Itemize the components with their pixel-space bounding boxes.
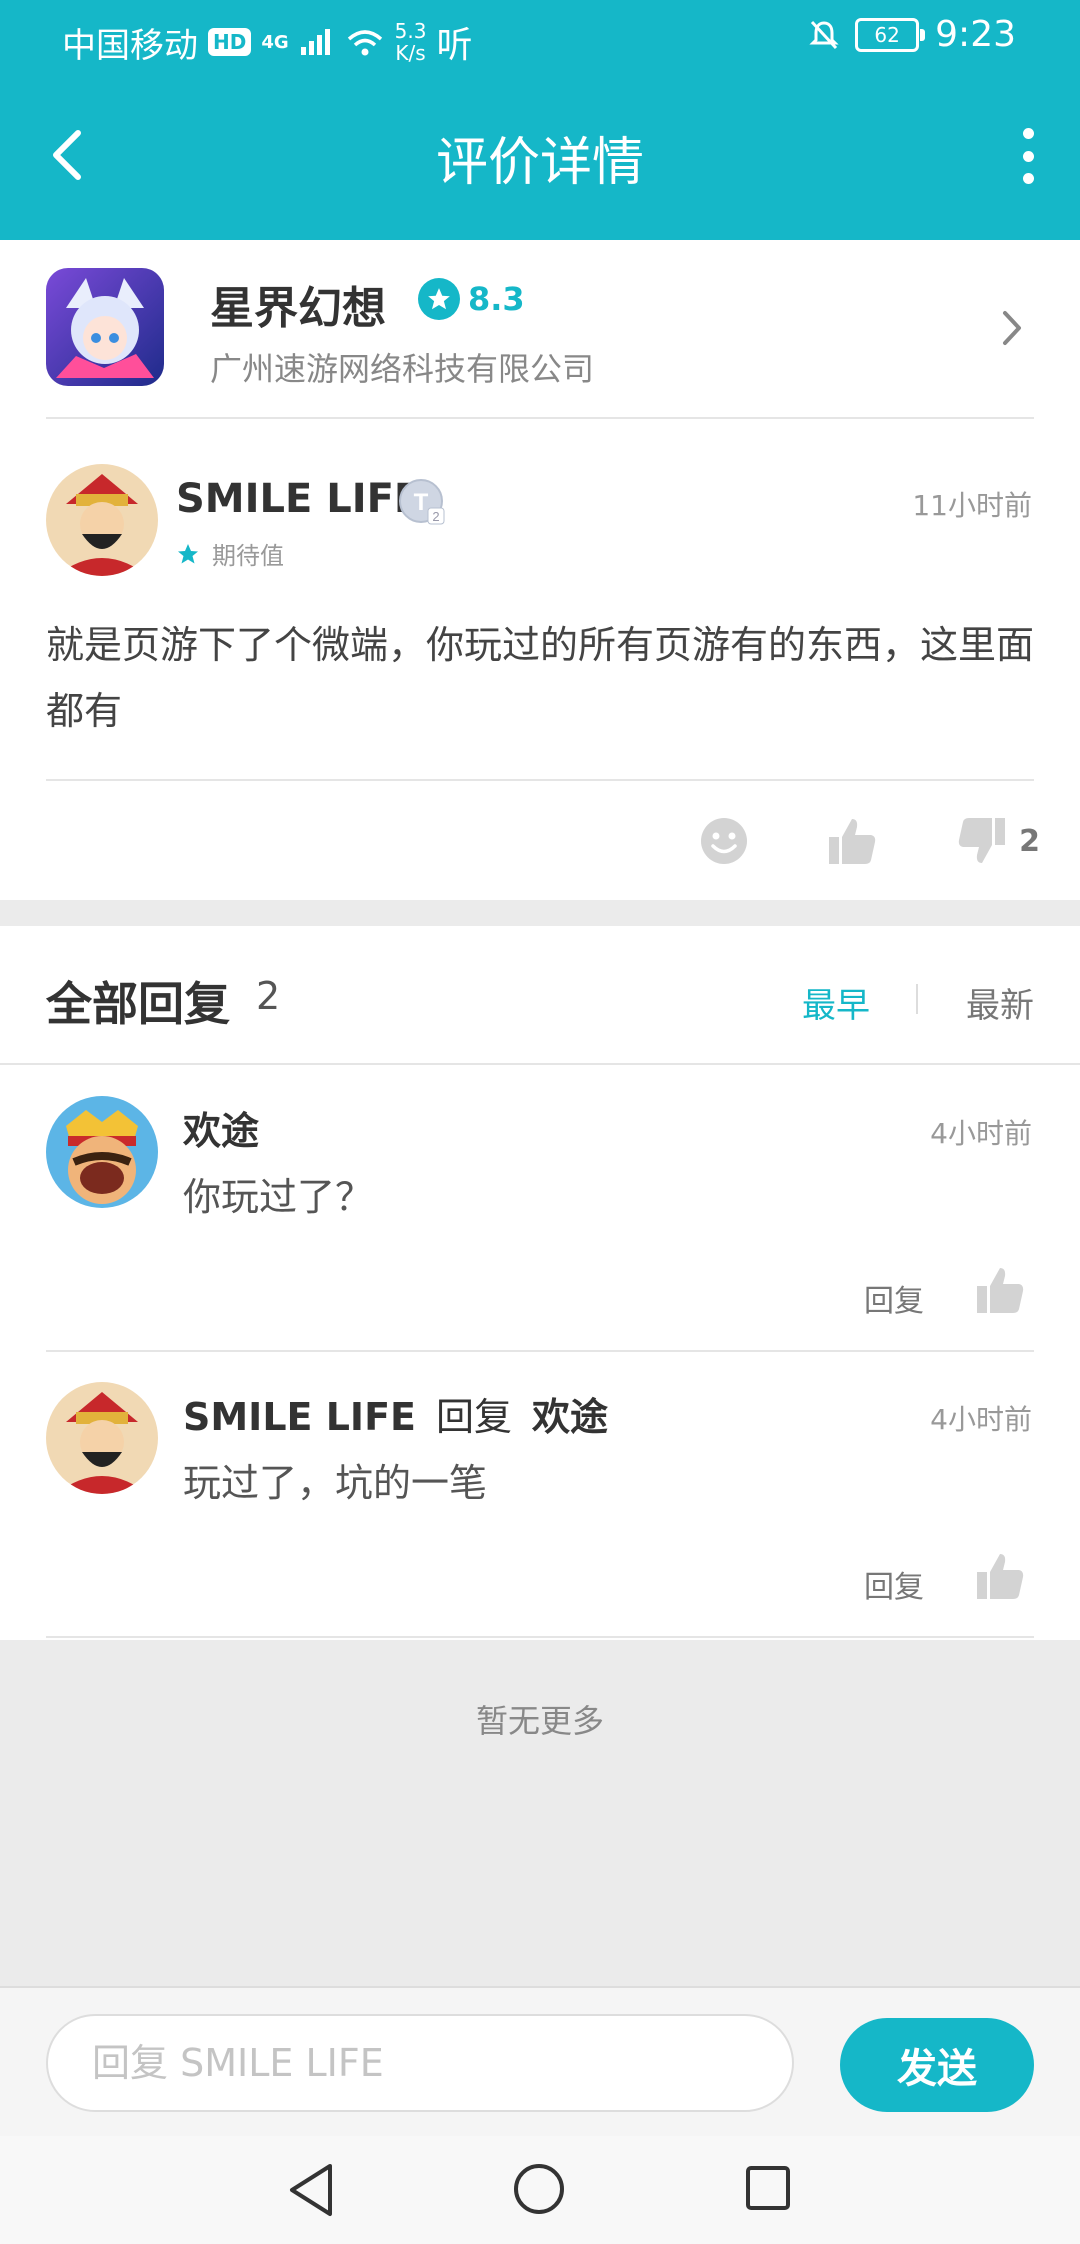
game-name[interactable]: 星界幻想 [210, 272, 386, 336]
reply-button[interactable]: 回复 [864, 1276, 924, 1320]
expectation-label: 期待值 [212, 542, 284, 570]
reply-like-button[interactable] [974, 1550, 1026, 1602]
more-dot-icon [1022, 128, 1034, 139]
sort-separator [916, 984, 918, 1014]
smiley-icon [701, 818, 747, 864]
net-speed: 5.3 K/s [395, 20, 427, 64]
divider [0, 1063, 1080, 1065]
more-menu-button[interactable] [1016, 128, 1040, 184]
circle-home-icon [514, 2164, 564, 2214]
emoji-button[interactable] [698, 815, 750, 867]
reply-text: 你玩过了？ [183, 1175, 374, 1219]
thumbs-up-icon [977, 1554, 1024, 1599]
no-more-label: 暂无更多 [475, 1702, 604, 1740]
reply-button[interactable]: 回复 [864, 1562, 924, 1606]
reply-author[interactable]: SMILE LIFE [183, 1395, 416, 1439]
review-time: 11小时前 [912, 489, 1032, 522]
more-dot-icon [1022, 150, 1034, 162]
nav-home-button[interactable] [512, 2162, 566, 2220]
replies-title: 全部回复 [46, 977, 230, 1031]
listen-icon: 听 [436, 25, 473, 66]
status-bar-left: 中国移动 HD 4G 5.3 K/s 听 [62, 16, 472, 68]
clock: 9:23 [935, 14, 1016, 55]
divider [46, 417, 1034, 419]
reply-input[interactable] [46, 2014, 794, 2112]
hd-badge: HD [208, 28, 252, 56]
sort-earliest-tab[interactable]: 最早 [802, 978, 870, 1027]
net-speed-value: 5.3 [394, 19, 427, 43]
divider [46, 779, 1034, 781]
game-rating: 8.3 [418, 278, 525, 320]
send-button[interactable]: 发送 [840, 2018, 1034, 2112]
nav-back-button[interactable] [286, 2162, 336, 2222]
triangle-back-icon [290, 2164, 332, 2216]
review-text: 就是页游下了个微端，你玩过的所有页游有的东西，这里面都有 [46, 623, 1035, 733]
reply-time: 4小时前 [930, 1117, 1032, 1150]
expectation: 期待值 [176, 536, 284, 571]
svg-text:2: 2 [432, 509, 439, 524]
reply-header: SMILE LIFE 回复 欢途 [183, 1386, 608, 1441]
reply-avatar[interactable] [46, 1382, 158, 1494]
signal-icon [300, 29, 330, 55]
dislike-button[interactable] [956, 815, 1008, 867]
reply-to-author[interactable]: 欢途 [532, 1386, 608, 1441]
game-detail-arrow[interactable] [1000, 308, 1024, 348]
dislike-count: 2 [1019, 824, 1040, 859]
page-title: 评价详情 [435, 133, 644, 193]
square-recents-icon [746, 2166, 790, 2210]
divider [46, 1350, 1034, 1352]
game-icon[interactable] [46, 268, 164, 386]
sort-newest-tab[interactable]: 最新 [966, 978, 1034, 1027]
thumbs-up-icon [829, 819, 876, 864]
level-badge-icon: T2 [398, 478, 448, 528]
network-type: 4G [261, 31, 289, 53]
carrier-label: 中国移动 [62, 25, 198, 66]
reply-author[interactable]: 欢途 [183, 1100, 259, 1155]
battery-indicator: 62 [855, 17, 926, 52]
mute-bell-icon [809, 20, 839, 49]
wifi-icon [347, 30, 382, 56]
reply-to-word: 回复 [436, 1395, 513, 1439]
svg-text:T: T [414, 489, 429, 516]
like-button[interactable] [826, 815, 878, 867]
reply-avatar[interactable] [46, 1096, 158, 1208]
nav-recents-button[interactable] [744, 2164, 792, 2216]
more-dot-icon [1022, 173, 1034, 184]
system-nav-bar [0, 2136, 1080, 2244]
game-company: 广州速游网络科技有限公司 [210, 350, 595, 388]
net-speed-unit: K/s [395, 41, 426, 65]
rating-value: 8.3 [468, 280, 525, 318]
reply-text: 玩过了，坑的一笔 [183, 1461, 488, 1505]
replies-count: 2 [256, 974, 281, 1018]
divider [46, 1636, 1034, 1638]
reviewer-avatar[interactable] [46, 464, 158, 576]
thumbs-up-icon [977, 1268, 1024, 1313]
star-icon [178, 543, 198, 563]
reply-time: 4小时前 [930, 1403, 1032, 1436]
status-bar-right: 62 9:23 [809, 14, 1016, 55]
chevron-right-icon [1003, 311, 1021, 345]
star-icon [418, 278, 460, 320]
reply-like-button[interactable] [974, 1264, 1026, 1316]
reviewer-name[interactable]: SMILE LIFE [176, 476, 421, 522]
thumbs-down-icon [958, 818, 1005, 863]
